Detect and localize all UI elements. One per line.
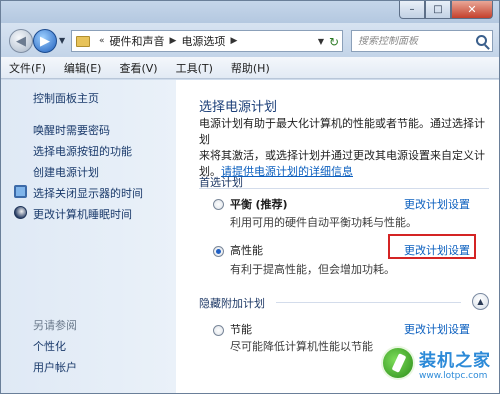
menu-edit[interactable]: 编辑(E): [64, 60, 102, 76]
page-title: 选择电源计划: [199, 100, 278, 115]
address-dropdown-icon[interactable]: ▼: [318, 37, 324, 46]
refresh-icon[interactable]: ↻: [326, 35, 342, 49]
monitor-icon: [14, 185, 27, 198]
breadcrumb-power-options[interactable]: 电源选项: [181, 33, 225, 49]
sidebar-personalization[interactable]: 个性化: [33, 338, 66, 354]
address-bar[interactable]: « 硬件和声音 ▶ 电源选项 ▶ ▼ ↻: [71, 30, 343, 52]
close-button[interactable]: ✕: [451, 1, 493, 19]
search-input[interactable]: [358, 35, 468, 47]
plan-high-performance-desc: 有利于提高性能，但会增加功耗。: [230, 263, 395, 276]
breadcrumb-hardware-sound[interactable]: 硬件和声音: [110, 33, 165, 49]
watermark-logo-icon: [381, 346, 415, 380]
page-description: 电源计划有助于最大化计算机的性能或者节能。通过选择计划 来将其激活，或选择计划并…: [199, 116, 489, 180]
sidebar: 控制面板主页 唤醒时需要密码 选择电源按钮的功能 创建电源计划 选择关闭显示器的…: [1, 80, 176, 393]
plan-power-saver-radio[interactable]: [213, 325, 224, 336]
history-dropdown-icon[interactable]: ▼: [59, 36, 65, 45]
plan-high-performance-name[interactable]: 高性能: [230, 242, 263, 258]
sidebar-user-accounts[interactable]: 用户帐户: [33, 359, 77, 375]
plan-high-performance-change-link[interactable]: 更改计划设置: [404, 242, 470, 258]
plan-power-saver-desc: 尽可能降低计算机性能以节能: [230, 340, 373, 353]
section-divider: [199, 188, 489, 189]
plan-balanced-change-link[interactable]: 更改计划设置: [404, 196, 470, 212]
watermark-url: www.lotpc.com: [419, 370, 488, 381]
hidden-plans-heading: 隐藏附加计划: [199, 297, 265, 310]
watermark-text: 装机之家 www.lotpc.com: [419, 346, 491, 381]
plan-balanced-label: 平衡: [230, 198, 252, 211]
minimize-button[interactable]: –: [399, 1, 425, 19]
sidebar-display-off-label: 选择关闭显示器的时间: [33, 187, 143, 200]
sidebar-power-buttons[interactable]: 选择电源按钮的功能: [33, 143, 132, 159]
forward-button[interactable]: ▶: [33, 29, 57, 53]
plan-balanced-radio[interactable]: [213, 199, 224, 210]
page-description-line-1: 电源计划有助于最大化计算机的性能或者节能。通过选择计划: [199, 117, 485, 146]
chevron-double-icon[interactable]: «: [99, 36, 105, 46]
plan-high-performance-radio[interactable]: [213, 246, 224, 257]
section-divider: [276, 302, 461, 303]
menu-bar: 文件(F) 编辑(E) 查看(V) 工具(T) 帮助(H): [1, 57, 499, 79]
sidebar-sleep-time[interactable]: 更改计算机睡眠时间: [14, 206, 132, 222]
sidebar-sleep-label: 更改计算机睡眠时间: [33, 208, 132, 221]
breadcrumb-separator-icon[interactable]: ▶: [170, 36, 177, 46]
collapse-hidden-plans-button[interactable]: ▲: [472, 293, 489, 310]
plan-balanced-tag: (推荐): [255, 198, 288, 211]
menu-view[interactable]: 查看(V): [119, 60, 157, 76]
control-panel-icon: [76, 35, 90, 47]
sidebar-control-panel-home[interactable]: 控制面板主页: [33, 90, 99, 106]
sidebar-display-off-time[interactable]: 选择关闭显示器的时间: [14, 185, 143, 201]
sidebar-create-plan[interactable]: 创建电源计划: [33, 164, 99, 180]
menu-help[interactable]: 帮助(H): [231, 60, 270, 76]
search-box[interactable]: [351, 30, 493, 52]
watermark-name: 装机之家: [419, 350, 491, 371]
breadcrumb-separator-icon[interactable]: ▶: [230, 36, 237, 46]
plan-balanced-name[interactable]: 平衡 (推荐): [230, 196, 288, 212]
back-button[interactable]: ◀: [9, 29, 33, 53]
title-bar[interactable]: – □ ✕: [1, 1, 499, 23]
caption-buttons: – □ ✕: [399, 1, 493, 19]
moon-icon: [14, 206, 27, 219]
maximize-button[interactable]: □: [425, 1, 451, 19]
sidebar-see-also-heading: 另请参阅: [33, 319, 77, 332]
address-bar-row: ◀ ▶ ▼ « 硬件和声音 ▶ 电源选项 ▶ ▼ ↻: [1, 23, 499, 57]
sidebar-require-password[interactable]: 唤醒时需要密码: [33, 122, 110, 138]
control-panel-window: – □ ✕ ◀ ▶ ▼ « 硬件和声音 ▶ 电源选项 ▶ ▼ ↻ 文件(F) 编: [0, 0, 500, 394]
menu-file[interactable]: 文件(F): [9, 60, 46, 76]
watermark: 装机之家 www.lotpc.com: [381, 331, 499, 393]
plan-power-saver-name[interactable]: 节能: [230, 321, 252, 337]
search-icon[interactable]: [476, 35, 487, 46]
menu-tools[interactable]: 工具(T): [176, 60, 213, 76]
arrow-right-icon: ▶: [40, 33, 50, 49]
arrow-left-icon: ◀: [16, 33, 26, 49]
plan-balanced-desc: 利用可用的硬件自动平衡功耗与性能。: [230, 216, 417, 229]
chevron-up-icon: ▲: [477, 297, 484, 306]
page-description-line-2: 来将其激活，或选择计划并通过更改其电源设置来自定义计: [199, 149, 485, 162]
